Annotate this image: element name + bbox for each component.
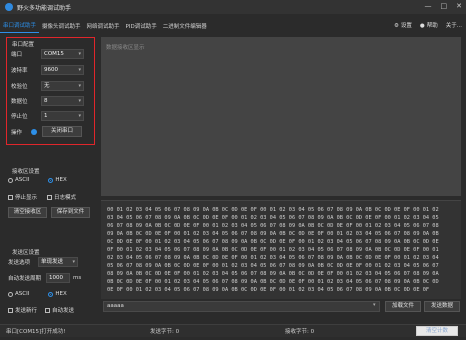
send-option-label: 发送选项 xyxy=(8,260,31,266)
recv-ascii-radio[interactable]: ASCII xyxy=(8,177,29,183)
close-port-button[interactable]: 关闭串口 xyxy=(42,126,82,137)
serial-config-title: 串口配置 xyxy=(12,42,35,48)
auto-send-checkbox[interactable]: 自动发送 xyxy=(45,306,74,314)
minimize-icon[interactable]: — xyxy=(425,2,432,10)
stopbits-label: 停止位 xyxy=(11,114,28,120)
parity-label: 校验位 xyxy=(11,84,28,90)
chevron-down-icon: ▾ xyxy=(72,259,75,265)
clear-count-button[interactable]: 清空计数 xyxy=(416,326,458,336)
help-button[interactable]: ● 帮助 xyxy=(420,20,438,33)
port-select[interactable]: COM15 ▾ xyxy=(41,49,84,59)
tab-camera-assistant[interactable]: 摄像头调试助手 xyxy=(39,21,84,33)
send-option-select[interactable]: 单现发送 ▾ xyxy=(38,257,78,267)
send-newline-checkbox[interactable]: 发送新行 xyxy=(8,306,37,314)
receive-placeholder: 数据接收区显示 xyxy=(106,45,145,51)
hex-line: 0E 0F 00 01 02 03 04 05 06 07 08 09 0A 0… xyxy=(107,287,430,293)
tab-bar: 串口调试助手 摄像头调试助手 网络调试助手 PID调试助手 二进制文件编辑器 ⚙… xyxy=(0,20,466,33)
tab-serial-assistant[interactable]: 串口调试助手 xyxy=(0,20,40,33)
port-status-text: 串口[COM15]打开成功! xyxy=(6,329,66,335)
send-bar: aaaaa ▾ 加载文件 发送数据 xyxy=(101,301,461,313)
hex-line: 03 04 05 06 07 08 09 0A 0B 0C 0D 0E 0F 0… xyxy=(107,215,439,221)
window-title: 野火多功能调试助手 xyxy=(17,4,72,12)
port-label: 端口 xyxy=(11,52,23,58)
status-bar: 串口[COM15]打开成功! 发送字节: 0 接收字节: 0 清空计数 xyxy=(0,324,466,337)
chevron-down-icon: ▾ xyxy=(78,51,81,57)
send-data-button[interactable]: 发送数据 xyxy=(424,301,460,312)
pause-display-checkbox[interactable]: 停止显示 xyxy=(8,193,37,201)
app-logo-icon xyxy=(5,3,13,11)
tab-pid-assistant[interactable]: PID调试助手 xyxy=(123,21,160,33)
hex-line: 05 06 07 08 09 0A 0B 0C 0D 0E 0F 00 01 0… xyxy=(107,263,439,269)
receive-display-area[interactable]: 数据接收区显示 xyxy=(101,37,461,196)
chevron-down-icon: ▾ xyxy=(78,98,81,104)
about-button[interactable]: 关于... xyxy=(446,20,462,33)
settings-button[interactable]: ⚙ 设置 xyxy=(394,20,412,33)
hex-line: 0F 00 01 02 03 04 05 06 07 08 09 0A 0B 0… xyxy=(107,247,439,253)
hex-line: 0B 0C 0D 0E 0F 00 01 02 03 04 05 06 07 0… xyxy=(107,279,439,285)
close-icon[interactable]: ✕ xyxy=(456,2,462,10)
chevron-down-icon: ▾ xyxy=(78,83,81,89)
baud-select[interactable]: 9600 ▾ xyxy=(41,65,84,75)
databits-select[interactable]: 8 ▾ xyxy=(41,96,84,106)
parity-select[interactable]: 无 ▾ xyxy=(41,81,84,91)
sent-bytes-text: 发送字节: 0 xyxy=(150,329,180,335)
hex-line: 09 0A 0B 0C 0D 0E 0F 00 01 02 03 04 05 0… xyxy=(107,231,439,237)
maximize-icon[interactable]: □ xyxy=(441,2,448,10)
recv-hex-radio[interactable]: HEX xyxy=(48,177,67,183)
auto-send-period-input[interactable]: 1000 xyxy=(46,273,70,283)
chevron-down-icon[interactable]: ▾ xyxy=(373,302,376,308)
hex-data-area[interactable]: 00 01 02 03 04 05 06 07 08 09 0A 0B 0C 0… xyxy=(101,200,461,299)
app-window: 野火多功能调试助手 — □ ✕ 串口调试助手 摄像头调试助手 网络调试助手 PI… xyxy=(0,0,466,340)
hex-line: 02 03 04 05 06 07 08 09 0A 0B 0C 0D 0E 0… xyxy=(107,255,439,261)
auto-send-unit: ms xyxy=(73,275,82,281)
hex-line: 06 07 08 09 0A 0B 0C 0D 0E 0F 00 01 02 0… xyxy=(107,223,439,229)
gear-icon: ⚙ xyxy=(393,23,399,29)
title-bar: 野火多功能调试助手 — □ ✕ xyxy=(0,0,466,14)
send-settings-title: 发送区设置 xyxy=(12,250,40,256)
help-icon: ● xyxy=(419,23,425,29)
tab-network-assistant[interactable]: 网络调试助手 xyxy=(84,21,123,33)
recv-bytes-text: 接收字节: 0 xyxy=(285,329,315,335)
chevron-down-icon: ▾ xyxy=(78,67,81,73)
auto-send-period-label: 自动发送周期 xyxy=(8,276,42,282)
load-file-button[interactable]: 加载文件 xyxy=(385,301,421,312)
send-hex-radio[interactable]: HEX xyxy=(48,291,67,297)
hex-line: 00 01 02 03 04 05 06 07 08 09 0A 0B 0C 0… xyxy=(107,207,439,213)
databits-label: 数据位 xyxy=(11,99,28,105)
send-input[interactable]: aaaaa xyxy=(103,301,380,312)
recv-settings-title: 接收区设置 xyxy=(12,169,40,175)
hex-line: 0C 0D 0E 0F 00 01 02 03 04 05 06 07 08 0… xyxy=(107,239,439,245)
send-ascii-radio[interactable]: ASCII xyxy=(8,291,29,297)
baud-label: 波特率 xyxy=(11,68,28,74)
stopbits-select[interactable]: 1 ▾ xyxy=(41,111,84,121)
log-mode-checkbox[interactable]: 日志模式 xyxy=(47,193,76,201)
tab-binary-editor[interactable]: 二进制文件编辑器 xyxy=(160,21,210,33)
operation-label: 操作 xyxy=(11,129,23,136)
save-to-file-button[interactable]: 保存到文件 xyxy=(51,207,90,218)
port-status-indicator-icon xyxy=(31,128,37,135)
clear-recv-button[interactable]: 清空接收区 xyxy=(8,207,47,218)
hex-line: 08 09 0A 0B 0C 0D 0E 0F 00 01 02 03 04 0… xyxy=(107,271,439,277)
chevron-down-icon: ▾ xyxy=(78,113,81,119)
